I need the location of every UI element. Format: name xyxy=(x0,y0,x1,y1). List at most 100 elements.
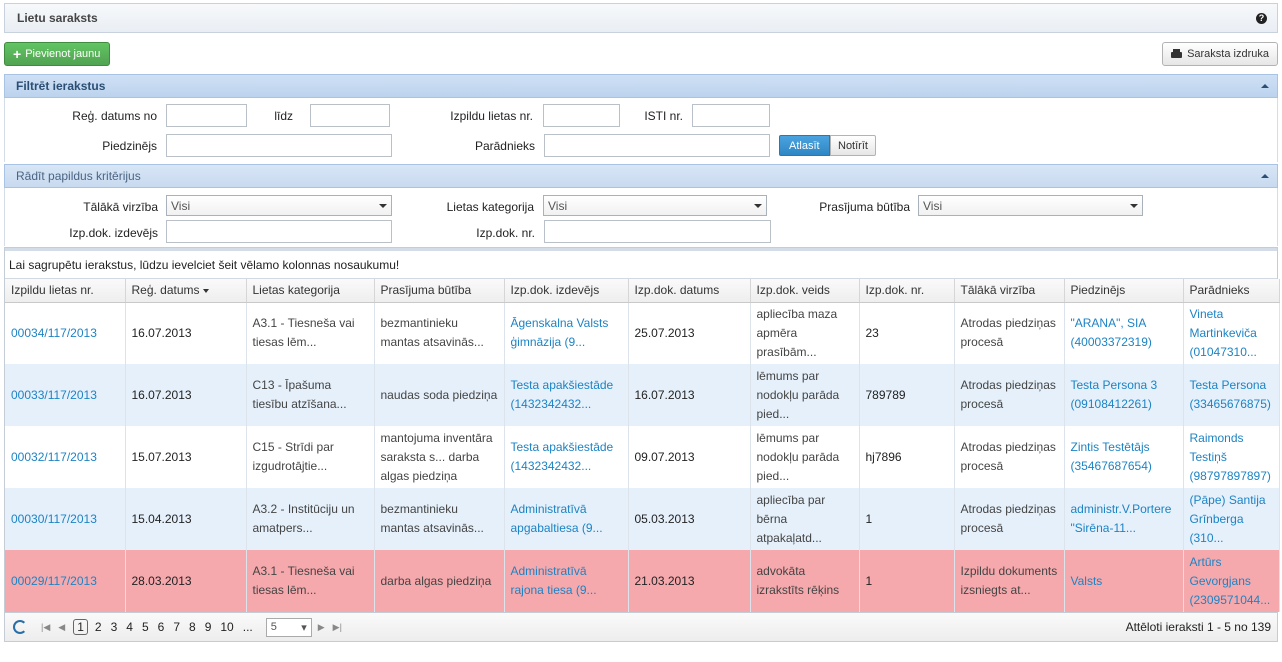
case-number-link[interactable]: 00034/117/2013 xyxy=(5,302,126,364)
claimant-link[interactable]: administr.V.Portere "Sirēna-11... xyxy=(1064,488,1184,550)
claimant-input[interactable] xyxy=(166,134,392,157)
page-7[interactable]: 7 xyxy=(171,620,182,634)
help-icon[interactable]: ? xyxy=(1256,12,1267,24)
cases-table: Izpildu lietas nr. Reģ. datums Lietas ka… xyxy=(5,279,1280,612)
direction-value: Visi xyxy=(171,198,191,213)
claimant-link[interactable]: Zintis Testētājs (35467687654) xyxy=(1064,426,1184,488)
print-list-button[interactable]: Saraksta izdruka xyxy=(1162,42,1278,66)
last-page-icon[interactable]: ▶| xyxy=(333,622,342,633)
col-header-claimant[interactable]: Piedzinējs xyxy=(1064,279,1184,303)
page-9[interactable]: 9 xyxy=(203,620,214,634)
reg-date-cell: 16.07.2013 xyxy=(125,302,247,364)
claimant-link[interactable]: Valsts xyxy=(1064,550,1184,612)
reg-date-cell: 15.07.2013 xyxy=(125,426,247,488)
refresh-icon[interactable] xyxy=(13,620,27,634)
add-new-button[interactable]: + Pievienot jaunu xyxy=(4,42,111,66)
reg-date-cell: 15.04.2013 xyxy=(125,488,247,550)
collapse-icon[interactable] xyxy=(1261,84,1269,88)
page-ellipsis[interactable]: ... xyxy=(241,620,255,634)
table-row[interactable]: 00034/117/2013 16.07.2013 A3.1 - Tiesneš… xyxy=(5,302,1280,364)
page-2[interactable]: 2 xyxy=(93,620,104,634)
reg-date-to-input[interactable] xyxy=(310,104,390,127)
doc-date-cell: 05.03.2013 xyxy=(628,488,751,550)
col-header-case-number[interactable]: Izpildu lietas nr. xyxy=(5,279,126,303)
search-button[interactable]: Atlasīt xyxy=(779,135,830,156)
claimant-link[interactable]: Testa Persona 3 (09108412261) xyxy=(1064,364,1184,426)
table-row[interactable]: 00032/117/2013 15.07.2013 C15 - Strīdi p… xyxy=(5,426,1280,488)
table-row[interactable]: 00033/117/2013 16.07.2013 C13 - Īpašuma … xyxy=(5,364,1280,426)
issuer-link[interactable]: Āgenskalna Valsts ģimnāzija (9... xyxy=(504,302,629,364)
claim-nature-cell: bezmantinieku mantas atsavinās... xyxy=(374,302,505,364)
direction-cell: Atrodas piedziņas procesā xyxy=(954,364,1065,426)
sort-desc-icon xyxy=(202,289,209,294)
category-value: Visi xyxy=(548,198,568,213)
doc-date-cell: 25.07.2013 xyxy=(628,302,751,364)
col-header-reg-date[interactable]: Reģ. datums xyxy=(125,279,247,303)
debtor-input[interactable] xyxy=(544,134,770,157)
direction-cell: Atrodas piedziņas procesā xyxy=(954,488,1065,550)
issuer-link[interactable]: Testa apakšiestāde (1432342432... xyxy=(504,426,629,488)
page-10[interactable]: 10 xyxy=(218,620,235,634)
debtor-link[interactable]: Raimonds Testiņš (98797897897) xyxy=(1183,426,1280,488)
col-header-issuer[interactable]: Izp.dok. izdevējs xyxy=(504,279,629,303)
group-drop-area[interactable]: Lai sagrupētu ierakstus, lūdzu ievelciet… xyxy=(5,248,1277,279)
page-6[interactable]: 6 xyxy=(156,620,167,634)
col-header-doc-number[interactable]: Izp.dok. nr. xyxy=(859,279,955,303)
extra-criteria-header[interactable]: Rādīt papildus kritērijus xyxy=(4,164,1278,188)
page-size-select[interactable]: 5 ▾ xyxy=(265,617,312,637)
isti-number-input[interactable] xyxy=(692,104,770,127)
claimant-label: Piedzinējs xyxy=(102,139,157,153)
debtor-link[interactable]: Testa Persona (33465676875) xyxy=(1183,364,1280,426)
direction-select[interactable]: Visi xyxy=(166,195,392,216)
collapse-icon[interactable] xyxy=(1261,174,1269,178)
reg-date-cell: 28.03.2013 xyxy=(125,550,247,612)
debtor-link[interactable]: (Pāpe) Santija Grīnberga (310... xyxy=(1183,488,1280,550)
case-number-link[interactable]: 00029/117/2013 xyxy=(5,550,126,612)
case-number-link[interactable]: 00030/117/2013 xyxy=(5,488,126,550)
filter-form: Reģ. datums no līdz Izpildu lietas nr. I… xyxy=(4,98,1278,162)
category-cell: A3.1 - Tiesneša vai tiesas lēm... xyxy=(246,302,375,364)
page-3[interactable]: 3 xyxy=(109,620,120,634)
chevron-down-icon xyxy=(379,203,387,208)
filter-section-header[interactable]: Filtrēt ierakstus xyxy=(4,74,1278,98)
case-number-link[interactable]: 00032/117/2013 xyxy=(5,426,126,488)
claim-nature-cell: mantojuma inventāra saraksta s... darba … xyxy=(374,426,505,488)
first-page-icon[interactable]: |◀ xyxy=(41,622,50,633)
page-8[interactable]: 8 xyxy=(187,620,198,634)
col-header-direction[interactable]: Tālākā virzība xyxy=(954,279,1065,303)
reg-date-from-input[interactable] xyxy=(166,104,247,127)
issuer-link[interactable]: Testa apakšiestāde (1432342432... xyxy=(504,364,629,426)
doc-number-input[interactable] xyxy=(544,220,771,243)
table-row[interactable]: 00030/117/2013 15.04.2013 A3.2 - Institū… xyxy=(5,488,1280,550)
clear-button[interactable]: Notīrīt xyxy=(830,135,876,156)
col-header-category[interactable]: Lietas kategorija xyxy=(246,279,375,303)
doc-type-cell: lēmums par nodokļu parāda pied... xyxy=(750,364,860,426)
issuer-input[interactable] xyxy=(166,220,392,243)
case-number-link[interactable]: 00033/117/2013 xyxy=(5,364,126,426)
doc-number-label: Izp.dok. nr. xyxy=(476,226,535,240)
debtor-link[interactable]: Artūrs Gevorgjans (2309571044... xyxy=(1183,550,1280,612)
claim-nature-select[interactable]: Visi xyxy=(918,195,1143,216)
category-select[interactable]: Visi xyxy=(543,195,767,216)
chevron-down-icon xyxy=(754,203,762,208)
chevron-down-icon xyxy=(1130,203,1138,208)
col-header-reg-date-label: Reģ. datums xyxy=(131,283,200,298)
claimant-link[interactable]: "ARANA", SIA (40003372319) xyxy=(1064,302,1184,364)
page-5[interactable]: 5 xyxy=(140,620,151,634)
issuer-link[interactable]: Administratīvā apgabaltiesa (9... xyxy=(504,488,629,550)
col-header-debtor[interactable]: Parādnieks xyxy=(1183,279,1280,303)
case-number-input[interactable] xyxy=(543,104,620,127)
page-1[interactable]: 1 xyxy=(73,619,88,635)
col-header-doc-type[interactable]: Izp.dok. veids xyxy=(750,279,860,303)
table-row[interactable]: 00029/117/2013 28.03.2013 A3.1 - Tiesneš… xyxy=(5,550,1280,612)
debtor-link[interactable]: Vineta Martinkeviča (01047310... xyxy=(1183,302,1280,364)
issuer-link[interactable]: Administratīvā rajona tiesa (9... xyxy=(504,550,629,612)
prev-page-icon[interactable]: ◀ xyxy=(58,622,65,633)
doc-number-cell: 1 xyxy=(859,488,955,550)
next-page-icon[interactable]: ▶ xyxy=(318,622,325,633)
direction-cell: Atrodas piedziņas procesā xyxy=(954,302,1065,364)
col-header-doc-date[interactable]: Izp.dok. datums xyxy=(628,279,751,303)
col-header-claim-nature[interactable]: Prasījuma būtība xyxy=(374,279,505,303)
page-4[interactable]: 4 xyxy=(124,620,135,634)
page-size-value: 5 xyxy=(270,621,277,633)
